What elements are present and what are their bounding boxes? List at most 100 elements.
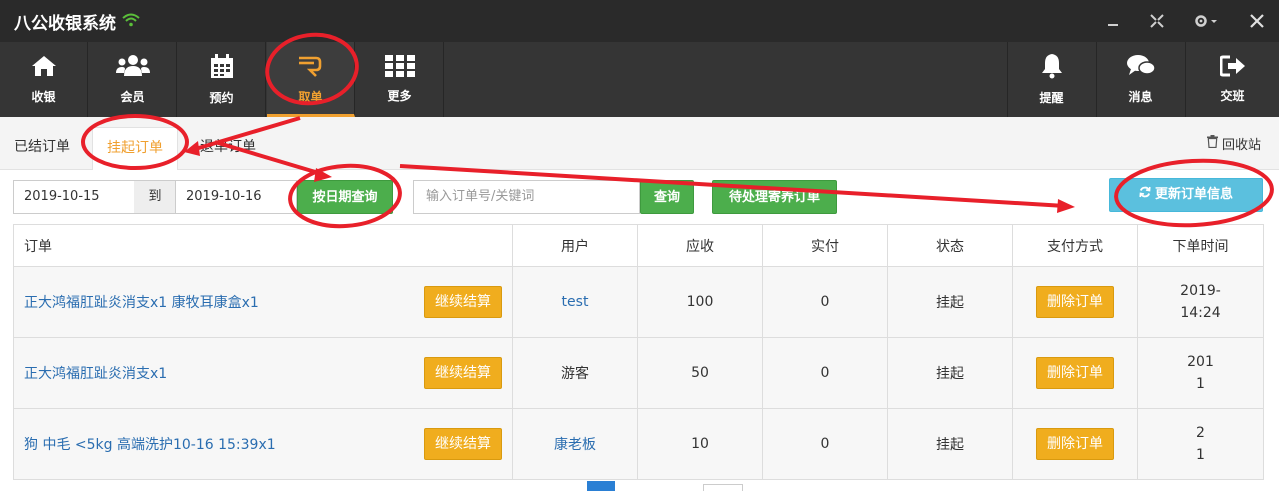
- time-date: 201: [1187, 354, 1214, 370]
- paid-cell: 0: [762, 266, 888, 338]
- payment-cell: 删除订单: [1012, 266, 1138, 338]
- close-icon[interactable]: [1235, 0, 1279, 42]
- nav-label: 更多: [387, 89, 412, 103]
- continue-checkout-button[interactable]: 继续结算: [424, 428, 502, 460]
- table-row: 正大鸿福肛趾炎消支x1 继续结算 游客 50 0 挂起 删除订单 201 1: [13, 337, 1264, 409]
- due-cell: 100: [637, 266, 763, 338]
- hand-icon: [296, 52, 326, 82]
- tab-refund[interactable]: 退单订单: [190, 127, 266, 170]
- pager-current-page[interactable]: [587, 481, 615, 491]
- date-query-button[interactable]: 按日期查询: [297, 180, 393, 214]
- col-paid: 实付: [762, 224, 888, 267]
- time-date: 2019-: [1180, 283, 1221, 299]
- order-items-link[interactable]: 正大鸿福肛趾炎消支x1: [24, 366, 167, 382]
- title-bar: 八公收银系统: [0, 0, 1279, 42]
- user-cell: 游客: [512, 337, 638, 409]
- nav-reminder[interactable]: 提醒: [1007, 42, 1095, 117]
- user-cell: 康老板: [512, 408, 638, 480]
- user-name: 游客: [561, 366, 589, 382]
- delete-order-button[interactable]: 删除订单: [1036, 286, 1114, 318]
- minimize-icon[interactable]: [1091, 0, 1135, 42]
- app-title: 八公收银系统: [14, 13, 116, 34]
- bell-icon: [1041, 53, 1063, 83]
- nav-message[interactable]: 消息: [1096, 42, 1184, 117]
- nav-takeorder[interactable]: 取单: [267, 42, 355, 117]
- status-cell: 挂起: [887, 408, 1013, 480]
- recycle-bin-link[interactable]: 回收站: [1206, 134, 1261, 153]
- refresh-orders-button[interactable]: 更新订单信息: [1109, 178, 1263, 212]
- time-cell: 2019- 14:24: [1137, 266, 1264, 338]
- nav-label: 收银: [31, 90, 56, 104]
- time-clock: 1: [1196, 447, 1205, 463]
- nav-booking[interactable]: 预约: [178, 42, 266, 117]
- time-cell: 2 1: [1137, 408, 1264, 480]
- user-link[interactable]: 康老板: [554, 437, 596, 453]
- nav-label: 消息: [1128, 90, 1153, 104]
- time-clock: 1: [1196, 376, 1205, 392]
- start-date-input[interactable]: 2019-10-15: [13, 180, 135, 214]
- order-items-link[interactable]: 正大鸿福肛趾炎消支x1 康牧耳康盒x1: [24, 295, 259, 311]
- search-button[interactable]: 查询: [640, 180, 694, 214]
- nav-label: 预约: [209, 90, 234, 105]
- user-link[interactable]: test: [562, 294, 589, 310]
- col-payment: 支付方式: [1012, 224, 1138, 267]
- order-cell: 正大鸿福肛趾炎消支x1 继续结算: [13, 337, 513, 409]
- nav-label: 提醒: [1039, 91, 1064, 105]
- users-icon: [115, 54, 150, 82]
- nav-label: 交班: [1220, 89, 1245, 103]
- nav-shift[interactable]: 交班: [1185, 42, 1279, 117]
- continue-checkout-button[interactable]: 继续结算: [424, 286, 502, 318]
- settings-dropdown-icon[interactable]: [1179, 0, 1235, 42]
- order-tabs: 已结订单 挂起订单 退单订单 回收站: [0, 117, 1279, 170]
- delete-order-button[interactable]: 删除订单: [1036, 357, 1114, 389]
- calendar-icon: [210, 53, 234, 83]
- main-nav: 收银 会员 预约 取单 更多 提醒 消息 交班: [0, 42, 1279, 117]
- table-header-row: 订单 用户 应收 实付 状态 支付方式 下单时间: [13, 224, 1264, 267]
- search-input[interactable]: 输入订单号/关键词: [413, 180, 640, 214]
- due-cell: 10: [637, 408, 763, 480]
- paid-cell: 0: [762, 337, 888, 409]
- trash-icon: [1206, 135, 1218, 152]
- user-cell: test: [512, 266, 638, 338]
- col-order: 订单: [13, 224, 513, 267]
- wifi-icon: [122, 12, 140, 31]
- tab-suspended[interactable]: 挂起订单: [92, 127, 178, 170]
- col-due: 应收: [637, 224, 763, 267]
- time-clock: 14:24: [1180, 305, 1221, 321]
- pager-input[interactable]: [703, 484, 743, 491]
- grid-icon: [384, 55, 415, 81]
- nav-member[interactable]: 会员: [89, 42, 177, 117]
- app-window: 八公收银系统 收银 会员 预约 取单 更多 提醒 消息 交班 已结订单 挂起订单…: [0, 0, 1279, 491]
- status-cell: 挂起: [887, 266, 1013, 338]
- end-date-input[interactable]: 2019-10-16: [175, 180, 297, 214]
- col-user: 用户: [512, 224, 638, 267]
- nav-cashier[interactable]: 收银: [0, 42, 88, 117]
- table-row: 正大鸿福肛趾炎消支x1 康牧耳康盒x1 继续结算 test 100 0 挂起 删…: [13, 266, 1264, 338]
- refresh-label: 更新订单信息: [1154, 187, 1233, 202]
- nav-label: 会员: [120, 90, 145, 104]
- orders-table: 订单 用户 应收 实付 状态 支付方式 下单时间 正大鸿福肛趾炎消支x1 康牧耳…: [13, 224, 1264, 480]
- date-range-to: 到: [134, 180, 176, 214]
- order-cell: 正大鸿福肛趾炎消支x1 康牧耳康盒x1 继续结算: [13, 266, 513, 338]
- tab-settled[interactable]: 已结订单: [4, 127, 80, 170]
- order-items-link[interactable]: 狗 中毛 <5kg 高端洗护10-16 15:39x1: [24, 437, 276, 453]
- home-icon: [31, 54, 57, 82]
- recycle-label: 回收站: [1221, 138, 1261, 153]
- col-time: 下单时间: [1137, 224, 1264, 267]
- order-cell: 狗 中毛 <5kg 高端洗护10-16 15:39x1 继续结算: [13, 408, 513, 480]
- payment-cell: 删除订单: [1012, 408, 1138, 480]
- due-cell: 50: [637, 337, 763, 409]
- fullscreen-icon[interactable]: [1135, 0, 1179, 42]
- time-cell: 201 1: [1137, 337, 1264, 409]
- nav-label: 取单: [298, 89, 323, 104]
- delete-order-button[interactable]: 删除订单: [1036, 428, 1114, 460]
- status-cell: 挂起: [887, 337, 1013, 409]
- pending-foster-button[interactable]: 待处理寄养订单: [712, 180, 837, 214]
- continue-checkout-button[interactable]: 继续结算: [424, 357, 502, 389]
- annotation-arrowhead-3: [1057, 199, 1075, 213]
- chat-icon: [1126, 54, 1156, 82]
- time-date: 2: [1196, 425, 1205, 441]
- paid-cell: 0: [762, 408, 888, 480]
- nav-more[interactable]: 更多: [356, 42, 444, 117]
- col-status: 状态: [887, 224, 1013, 267]
